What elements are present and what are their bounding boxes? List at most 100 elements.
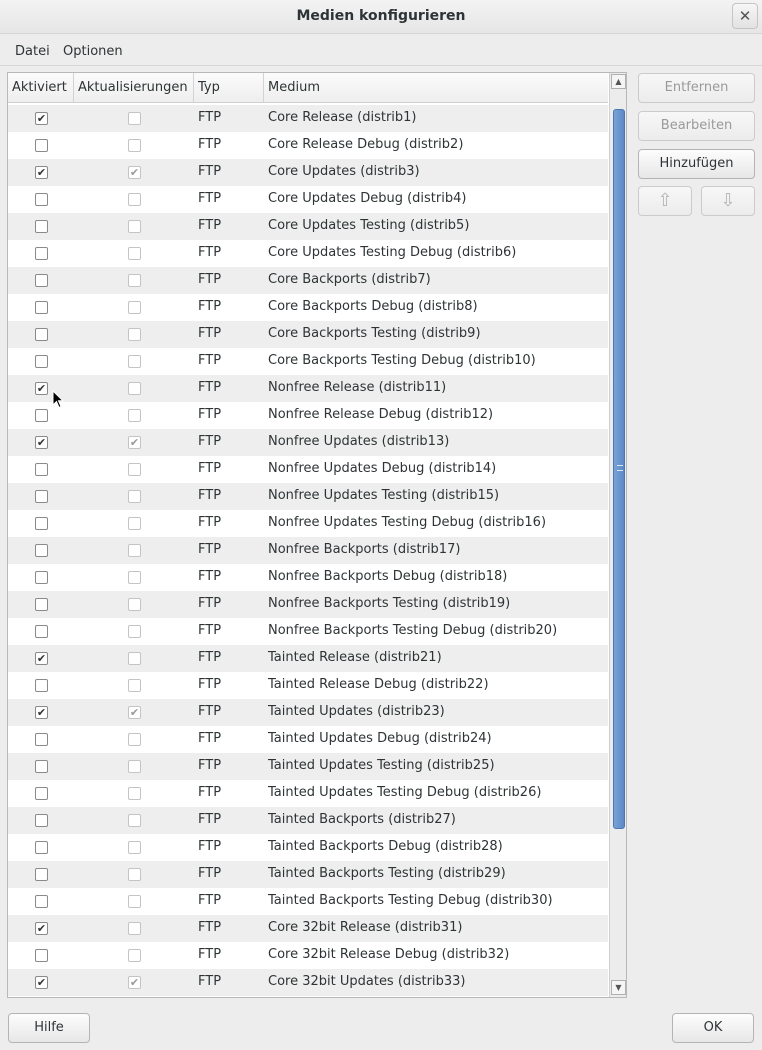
table-row[interactable]: FTP Tainted Updates Testing (distrib25) (8, 753, 608, 780)
aktualisierungen-checkbox[interactable] (128, 814, 141, 827)
table-row[interactable]: FTP Nonfree Updates Debug (distrib14) (8, 456, 608, 483)
aktiviert-checkbox[interactable] (35, 760, 48, 773)
aktiviert-checkbox[interactable] (35, 598, 48, 611)
table-row[interactable]: FTP Core Release Debug (distrib2) (8, 132, 608, 159)
aktiviert-checkbox[interactable] (35, 301, 48, 314)
table-row[interactable]: FTP Tainted Backports (distrib27) (8, 807, 608, 834)
table-row[interactable]: FTP Core 32bit Release Debug (distrib32) (8, 942, 608, 969)
aktiviert-checkbox[interactable]: ✔ (35, 436, 48, 449)
column-header-medium[interactable]: Medium (264, 73, 608, 103)
aktiviert-checkbox[interactable] (35, 841, 48, 854)
aktiviert-checkbox[interactable] (35, 868, 48, 881)
table-row[interactable]: FTP Core Updates Debug (distrib4) (8, 186, 608, 213)
table-row[interactable]: ✔ ✔ FTP Nonfree Updates (distrib13) (8, 429, 608, 456)
aktiviert-checkbox[interactable] (35, 517, 48, 530)
aktualisierungen-checkbox[interactable] (128, 625, 141, 638)
aktiviert-checkbox[interactable]: ✔ (35, 922, 48, 935)
remove-button[interactable]: Entfernen (638, 73, 755, 103)
table-row[interactable]: FTP Tainted Release Debug (distrib22) (8, 672, 608, 699)
aktiviert-checkbox[interactable] (35, 814, 48, 827)
table-row[interactable]: FTP Tainted Backports Testing Debug (dist… (8, 888, 608, 915)
aktualisierungen-checkbox[interactable] (128, 571, 141, 584)
table-row[interactable]: FTP Tainted Backports Debug (distrib28) (8, 834, 608, 861)
table-row[interactable]: FTP Core Backports (distrib7) (8, 267, 608, 294)
table-row[interactable]: FTP Tainted Updates Testing Debug (distri… (8, 780, 608, 807)
edit-button[interactable]: Bearbeiten (638, 111, 755, 141)
table-row[interactable]: ✔ FTP Core Release (distrib1) (8, 105, 608, 132)
menu-datei[interactable]: Datei (15, 44, 50, 59)
table-row[interactable]: FTP Tainted Backports Testing (distrib29) (8, 861, 608, 888)
table-row[interactable]: ✔ ✔ FTP Core 32bit Updates (distrib33) (8, 969, 608, 996)
aktiviert-checkbox[interactable] (35, 463, 48, 476)
table-row[interactable]: ✔ FTP Tainted Release (distrib21) (8, 645, 608, 672)
table-row[interactable]: FTP Nonfree Backports Debug (distrib18) (8, 564, 608, 591)
aktualisierungen-checkbox[interactable] (128, 247, 141, 260)
ok-button[interactable]: OK (672, 1013, 754, 1043)
table-row[interactable]: ✔ ✔ FTP Tainted Updates (distrib23) (8, 699, 608, 726)
aktualisierungen-checkbox[interactable] (128, 301, 141, 314)
aktualisierungen-checkbox[interactable] (128, 760, 141, 773)
table-row[interactable]: FTP Nonfree Backports Testing (distrib19) (8, 591, 608, 618)
table-row[interactable]: FTP Tainted Updates Debug (distrib24) (8, 726, 608, 753)
table-row[interactable]: FTP Core Backports Debug (distrib8) (8, 294, 608, 321)
table-row[interactable]: FTP Nonfree Updates Testing Debug (distri… (8, 510, 608, 537)
aktiviert-checkbox[interactable] (35, 733, 48, 746)
aktiviert-checkbox[interactable]: ✔ (35, 706, 48, 719)
aktiviert-checkbox[interactable]: ✔ (35, 382, 48, 395)
aktualisierungen-checkbox[interactable] (128, 733, 141, 746)
aktiviert-checkbox[interactable] (35, 895, 48, 908)
aktualisierungen-checkbox[interactable] (128, 868, 141, 881)
table-row[interactable]: FTP Core Updates Testing Debug (distrib6) (8, 240, 608, 267)
aktiviert-checkbox[interactable] (35, 220, 48, 233)
aktiviert-checkbox[interactable]: ✔ (35, 652, 48, 665)
aktiviert-checkbox[interactable] (35, 571, 48, 584)
aktualisierungen-checkbox[interactable]: ✔ (128, 436, 141, 449)
aktiviert-checkbox[interactable] (35, 409, 48, 422)
table-row[interactable]: FTP Core Backports Testing (distrib9) (8, 321, 608, 348)
aktiviert-checkbox[interactable] (35, 625, 48, 638)
aktiviert-checkbox[interactable] (35, 139, 48, 152)
aktualisierungen-checkbox[interactable] (128, 517, 141, 530)
close-button[interactable]: ✕ (732, 3, 758, 29)
aktiviert-checkbox[interactable] (35, 355, 48, 368)
table-row[interactable]: ✔ ✔ FTP Core Updates (distrib3) (8, 159, 608, 186)
move-up-button[interactable]: ⇧ (638, 186, 692, 216)
help-button[interactable]: Hilfe (8, 1013, 90, 1043)
aktualisierungen-checkbox[interactable] (128, 355, 141, 368)
aktualisierungen-checkbox[interactable] (128, 652, 141, 665)
aktualisierungen-checkbox[interactable]: ✔ (128, 166, 141, 179)
aktiviert-checkbox[interactable] (35, 490, 48, 503)
table-row[interactable]: FTP Nonfree Updates Testing (distrib15) (8, 483, 608, 510)
vertical-scrollbar[interactable]: ▲ ▼ (609, 73, 626, 997)
aktualisierungen-checkbox[interactable] (128, 841, 141, 854)
table-row[interactable]: FTP Core Backports Testing Debug (distrib… (8, 348, 608, 375)
aktualisierungen-checkbox[interactable] (128, 787, 141, 800)
aktualisierungen-checkbox[interactable] (128, 679, 141, 692)
table-row[interactable]: FTP Nonfree Backports (distrib17) (8, 537, 608, 564)
table-row[interactable]: FTP Nonfree Backports Testing Debug (dist… (8, 618, 608, 645)
scroll-up-arrow[interactable]: ▲ (611, 74, 626, 89)
table-row[interactable]: ✔ FTP Nonfree Release (distrib11) (8, 375, 608, 402)
media-list[interactable]: Aktiviert Aktualisierungen Typ Medium ✔ F… (7, 72, 627, 998)
table-row[interactable]: FTP Nonfree Release Debug (distrib12) (8, 402, 608, 429)
column-header-typ[interactable]: Typ (194, 73, 264, 103)
menu-optionen[interactable]: Optionen (63, 44, 123, 59)
aktiviert-checkbox[interactable] (35, 247, 48, 260)
aktiviert-checkbox[interactable] (35, 328, 48, 341)
aktiviert-checkbox[interactable]: ✔ (35, 112, 48, 125)
scroll-down-arrow[interactable]: ▼ (611, 980, 626, 995)
scrollbar-thumb[interactable] (613, 109, 625, 829)
aktualisierungen-checkbox[interactable] (128, 220, 141, 233)
aktualisierungen-checkbox[interactable] (128, 193, 141, 206)
aktiviert-checkbox[interactable] (35, 274, 48, 287)
aktualisierungen-checkbox[interactable] (128, 463, 141, 476)
table-row[interactable]: ✔ FTP Core 32bit Release (distrib31) (8, 915, 608, 942)
aktualisierungen-checkbox[interactable]: ✔ (128, 706, 141, 719)
table-row[interactable]: FTP Core Updates Testing (distrib5) (8, 213, 608, 240)
aktualisierungen-checkbox[interactable] (128, 328, 141, 341)
aktiviert-checkbox[interactable]: ✔ (35, 166, 48, 179)
aktualisierungen-checkbox[interactable]: ✔ (128, 976, 141, 989)
aktualisierungen-checkbox[interactable] (128, 139, 141, 152)
aktualisierungen-checkbox[interactable] (128, 409, 141, 422)
add-button[interactable]: Hinzufügen (638, 149, 755, 179)
